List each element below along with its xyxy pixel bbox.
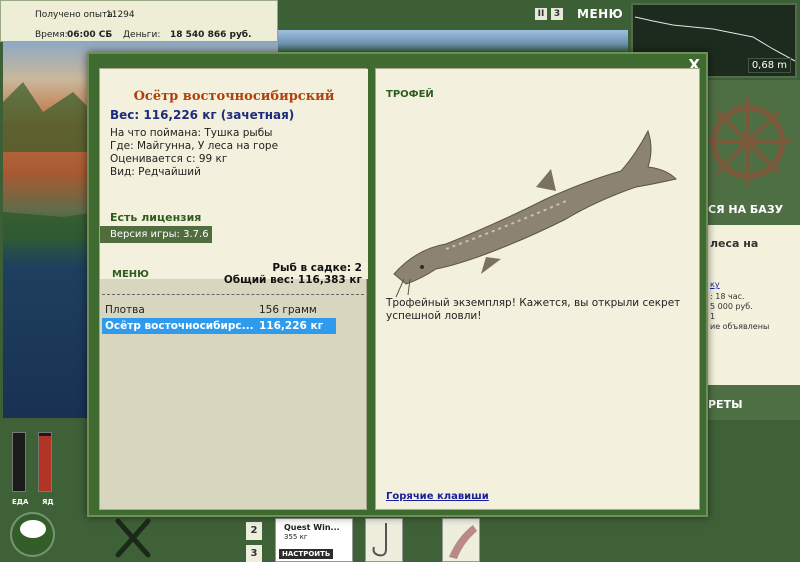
quest-title: Quest Win... xyxy=(284,523,340,532)
info-line-2: : 18 час. xyxy=(710,292,745,301)
list-item-selected[interactable]: Осётр восточносибирс... 116,226 кг xyxy=(102,318,336,334)
slot-2-button[interactable]: 2 xyxy=(246,522,262,540)
configure-button[interactable]: НАСТРОИТЬ xyxy=(279,549,334,559)
fish-details-column: Осётр восточносибирский Вес: 116,226 кг … xyxy=(99,68,368,510)
location-info-panel: леса на ку : 18 час. 5 000 руб. 1 ие объ… xyxy=(708,225,800,385)
bait-icon[interactable] xyxy=(442,518,480,562)
hook-icon[interactable] xyxy=(365,518,403,562)
fish-kind-text: Вид: Редчайший xyxy=(110,166,201,178)
experience-label: Получено опыта: xyxy=(35,10,116,20)
poison-label: ЯД xyxy=(42,498,54,506)
secrets-button[interactable]: РЕТЫ xyxy=(708,398,742,411)
fish-title: Осётр восточносибирский xyxy=(133,89,335,104)
sturgeon-image xyxy=(393,129,677,298)
info-line-4: 1 xyxy=(710,312,716,321)
total-weight: Общий вес: 116,383 кг xyxy=(223,274,362,286)
valued-from-text: Оценивается с: 99 кг xyxy=(110,153,228,165)
money-label: Деньги: xyxy=(123,30,161,40)
quest-slot[interactable]: Quest Win... 355 кг НАСТРОИТЬ xyxy=(275,518,353,562)
slot-3-button[interactable]: 3 xyxy=(246,545,262,562)
trophy-label: ТРОФЕЙ xyxy=(386,89,434,100)
game-version-badge: Версия игры: 3.7.6 xyxy=(100,226,212,243)
location-text: Где: Майгунна, У леса на горе xyxy=(110,140,279,152)
trophy-column: ТРОФЕЙ Трофейный экземпляр! Кажется, вы … xyxy=(375,68,700,510)
quest-weight: 355 кг xyxy=(284,533,308,541)
fish-in-cage: Рыб в садке: 2 xyxy=(272,262,362,274)
fish-item-weight: 116,226 кг xyxy=(259,320,324,332)
pause-button[interactable]: II xyxy=(535,8,547,20)
caught-on-text: На что поймана: Тушка рыбы xyxy=(110,127,273,139)
fish-name: Осётр восточносибирс... xyxy=(105,320,254,332)
version-value: 3.7.6 xyxy=(183,229,209,240)
license-text: Есть лицензия xyxy=(110,211,202,224)
player-stats-bar: Получено опыта: 11294 Время: 06:00 СБ Де… xyxy=(0,0,278,42)
menu-link[interactable]: МЕНЮ xyxy=(112,269,149,280)
info-line-3: 5 000 руб. xyxy=(710,302,753,311)
trophy-description: Трофейный экземпляр! Кажется, вы открыли… xyxy=(386,297,681,322)
speed-button[interactable]: 3 xyxy=(551,8,563,20)
list-item[interactable]: Плотва 156 грамм xyxy=(102,302,336,318)
money-value: 18 540 866 руб. xyxy=(170,30,252,40)
fish-list: Плотва 156 грамм Осётр восточносибирс...… xyxy=(102,302,336,334)
info-line-5: ие объявлены xyxy=(710,322,770,331)
fish-item-weight: 156 грамм xyxy=(259,304,317,316)
fish-info-dialog: X Осётр восточносибирский Вес: 116,226 к… xyxy=(87,52,708,517)
cage-summary: Рыб в садке: 2 Общий вес: 116,383 кг xyxy=(224,262,362,286)
location-text: леса на xyxy=(710,237,759,250)
return-to-base-button[interactable]: СЯ НА БАЗУ xyxy=(708,203,783,216)
version-label: Версия игры: xyxy=(110,229,180,240)
time-label: Время: xyxy=(35,30,68,40)
ship-wheel-icon[interactable] xyxy=(704,88,800,196)
experience-value: 11294 xyxy=(106,10,135,20)
fish-weight: Вес: 116,226 кг (зачетная) xyxy=(110,108,295,122)
poison-gauge-fill xyxy=(39,435,51,491)
food-label: ЕДА xyxy=(12,498,29,506)
scene-sky-strip xyxy=(278,30,628,52)
food-gauge xyxy=(12,432,26,492)
main-menu-button[interactable]: МЕНЮ xyxy=(577,7,623,21)
fork-knife-icon[interactable] xyxy=(110,515,155,560)
poison-gauge xyxy=(38,432,52,492)
fish-name: Плотва xyxy=(105,304,145,316)
top-control-bar xyxy=(278,0,628,30)
hotkeys-link[interactable]: Горячие клавиши xyxy=(386,491,489,502)
time-value: 06:00 СБ xyxy=(67,30,113,40)
fish-info-card: Осётр восточносибирский Вес: 116,226 кг … xyxy=(100,69,368,279)
location-link[interactable]: ку xyxy=(710,280,720,289)
divider xyxy=(102,294,364,295)
cooking-pot-icon[interactable] xyxy=(10,512,55,557)
depth-value: 0,68 m xyxy=(747,58,791,73)
